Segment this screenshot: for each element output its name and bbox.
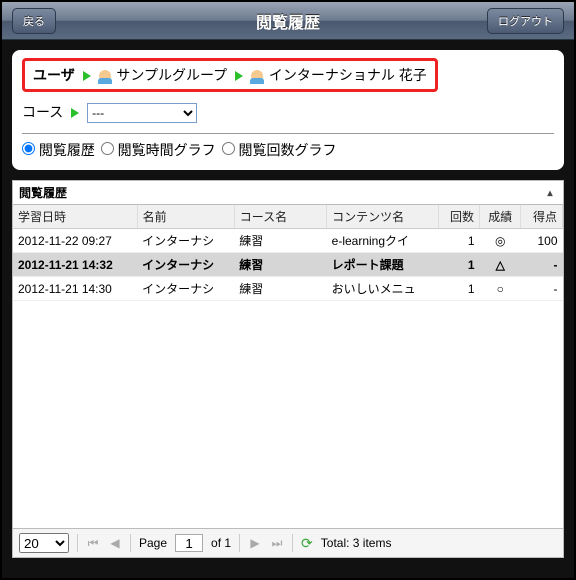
col-result[interactable]: 成績 [480, 205, 521, 229]
breadcrumb-label: ユーザ [33, 67, 75, 83]
breadcrumb: ユーザ サンプルグループ インターナショナル 花子 [22, 58, 438, 92]
page-label: Page [139, 536, 167, 550]
col-name[interactable]: 名前 [137, 205, 234, 229]
pager: 20 ⏮ ◀ Page of 1 ▶ ⏭ ⟳ Total: 3 items [13, 528, 563, 557]
separator [77, 534, 78, 552]
course-row: コース --- [22, 102, 554, 123]
course-select[interactable]: --- [87, 103, 197, 123]
page-size-select[interactable]: 20 [19, 533, 69, 553]
page-input[interactable] [175, 534, 203, 552]
prev-page-icon[interactable]: ◀ [108, 536, 122, 550]
group-icon [99, 70, 111, 82]
view-radios: 閲覧履歴 閲覧時間グラフ 閲覧回数グラフ [22, 133, 554, 160]
arrow-icon [235, 71, 243, 81]
course-label: コース [22, 104, 63, 120]
col-score[interactable]: 得点 [521, 205, 563, 229]
col-content[interactable]: コンテンツ名 [327, 205, 438, 229]
breadcrumb-group[interactable]: サンプルグループ [116, 67, 227, 83]
separator [292, 534, 293, 552]
table-row[interactable]: 2012-11-21 14:30インターナシ練習おいしいメニュ1○- [13, 277, 563, 301]
data-table: 学習日時 名前 コース名 コンテンツ名 回数 成績 得点 2012-11-22 … [13, 205, 563, 301]
table-row[interactable]: 2012-11-21 14:32インターナシ練習レポート課題1△- [13, 253, 563, 277]
page-of: of 1 [211, 536, 231, 550]
radio-history[interactable]: 閲覧履歴 [22, 142, 95, 158]
collapse-icon[interactable]: ▴ [543, 188, 557, 198]
breadcrumb-user[interactable]: インターナショナル 花子 [269, 67, 427, 83]
grid-title-text: 閲覧履歴 [19, 184, 67, 201]
back-button[interactable]: 戻る [12, 8, 56, 34]
filter-panel: ユーザ サンプルグループ インターナショナル 花子 コース --- 閲覧履歴 閲… [12, 50, 564, 170]
refresh-icon[interactable]: ⟳ [301, 535, 313, 552]
separator [239, 534, 240, 552]
total-label: Total: 3 items [321, 536, 392, 550]
col-count[interactable]: 回数 [438, 205, 479, 229]
arrow-icon [71, 108, 79, 118]
user-icon [251, 70, 263, 82]
last-page-icon[interactable]: ⏭ [270, 536, 284, 550]
col-course[interactable]: コース名 [234, 205, 326, 229]
history-grid: 閲覧履歴 ▴ 学習日時 名前 コース名 コンテンツ名 回数 成績 得点 2012… [12, 180, 564, 558]
table-row[interactable]: 2012-11-22 09:27インターナシ練習e-learningクイ1◎10… [13, 229, 563, 253]
separator [130, 534, 131, 552]
radio-count-graph[interactable]: 閲覧回数グラフ [222, 142, 337, 158]
logout-button[interactable]: ログアウト [487, 8, 564, 34]
next-page-icon[interactable]: ▶ [248, 536, 262, 550]
arrow-icon [83, 71, 91, 81]
first-page-icon[interactable]: ⏮ [86, 536, 100, 550]
radio-time-graph[interactable]: 閲覧時間グラフ [101, 142, 216, 158]
col-date[interactable]: 学習日時 [13, 205, 137, 229]
grid-titlebar: 閲覧履歴 ▴ [13, 181, 563, 205]
titlebar: 戻る 閲覧履歴 ログアウト [2, 2, 574, 40]
